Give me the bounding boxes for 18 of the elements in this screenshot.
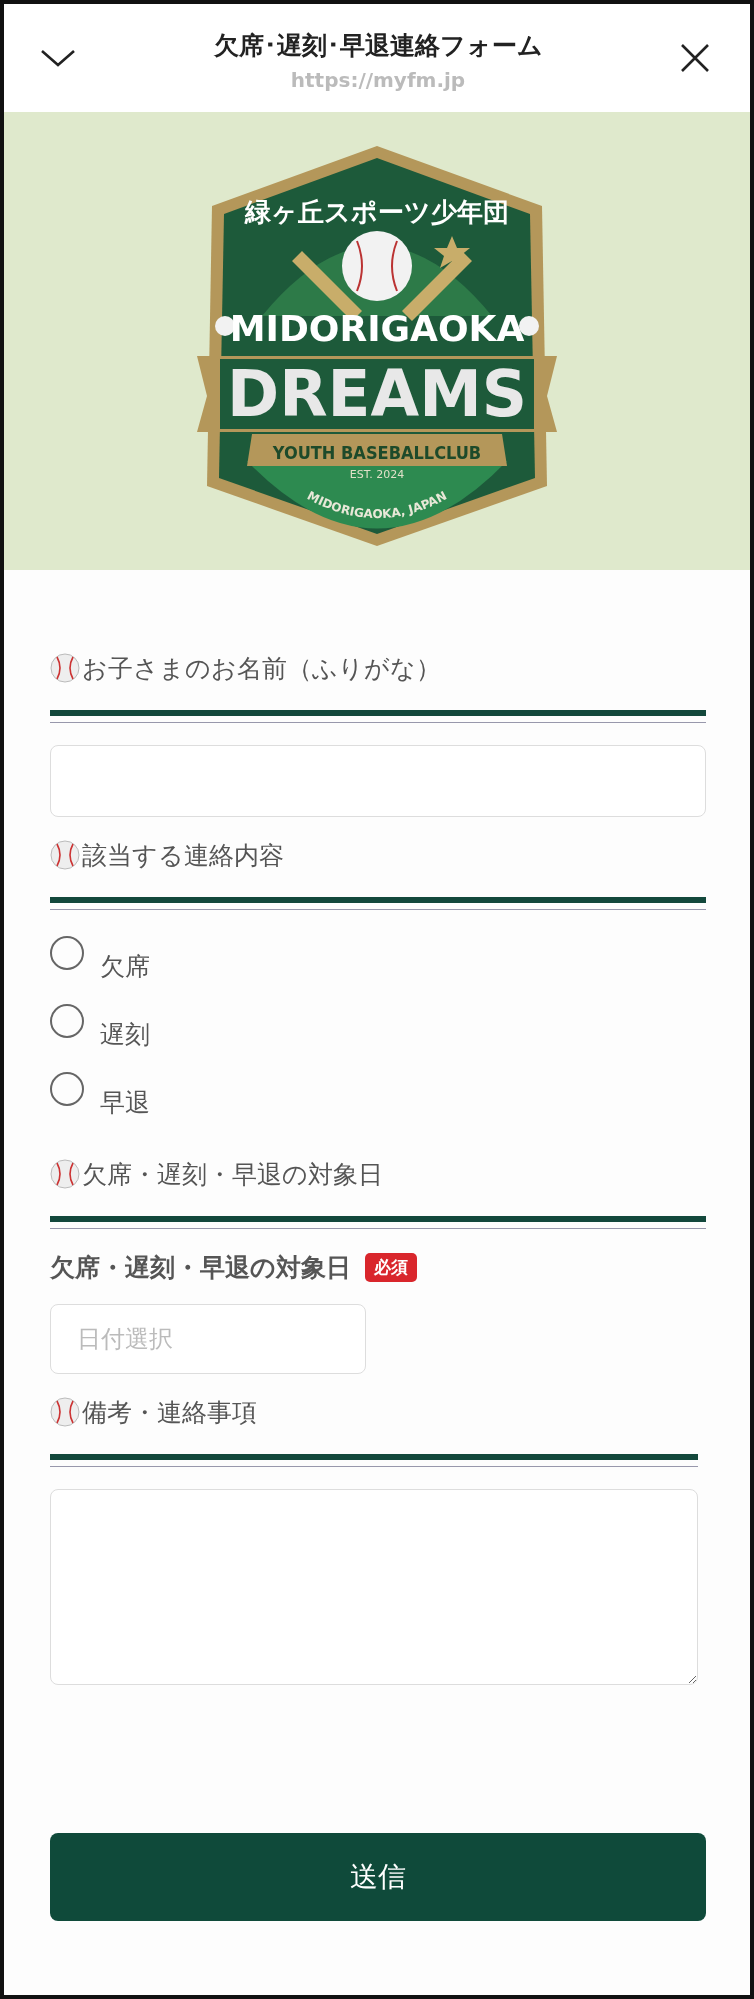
logo-text: DREAMS [227,357,533,431]
page-title: 欠席･遅刻･早退連絡フォーム [213,29,543,62]
field-label: 欠席・遅刻・早退の対象日 [50,1252,351,1284]
section-heading: 備考・連絡事項 [82,1396,257,1429]
submit-button[interactable]: 送信 [50,1833,706,1921]
logo-text: MIDORIGAOKA [229,308,525,349]
logo-text: 緑ヶ丘スポーツ少年団 [245,197,509,227]
date-field[interactable]: 日付選択 [50,1304,366,1374]
radio-label[interactable]: 欠席 [100,949,150,983]
section-heading: 該当する連絡内容 [82,839,284,872]
radio-label[interactable]: 早退 [100,1085,150,1119]
page-url: https://myfm.jp [290,67,466,92]
logo-text: YOUTH BASEBALLCLUB [272,442,482,463]
logo-text: EST. 2024 [349,468,405,481]
section-heading: お子さまのお名前（ふりがな） [82,652,441,685]
radio-label[interactable]: 遅刻 [100,1017,150,1051]
section-heading: 欠席・遅刻・早退の対象日 [82,1158,383,1191]
required-badge: 必須 [365,1253,417,1282]
